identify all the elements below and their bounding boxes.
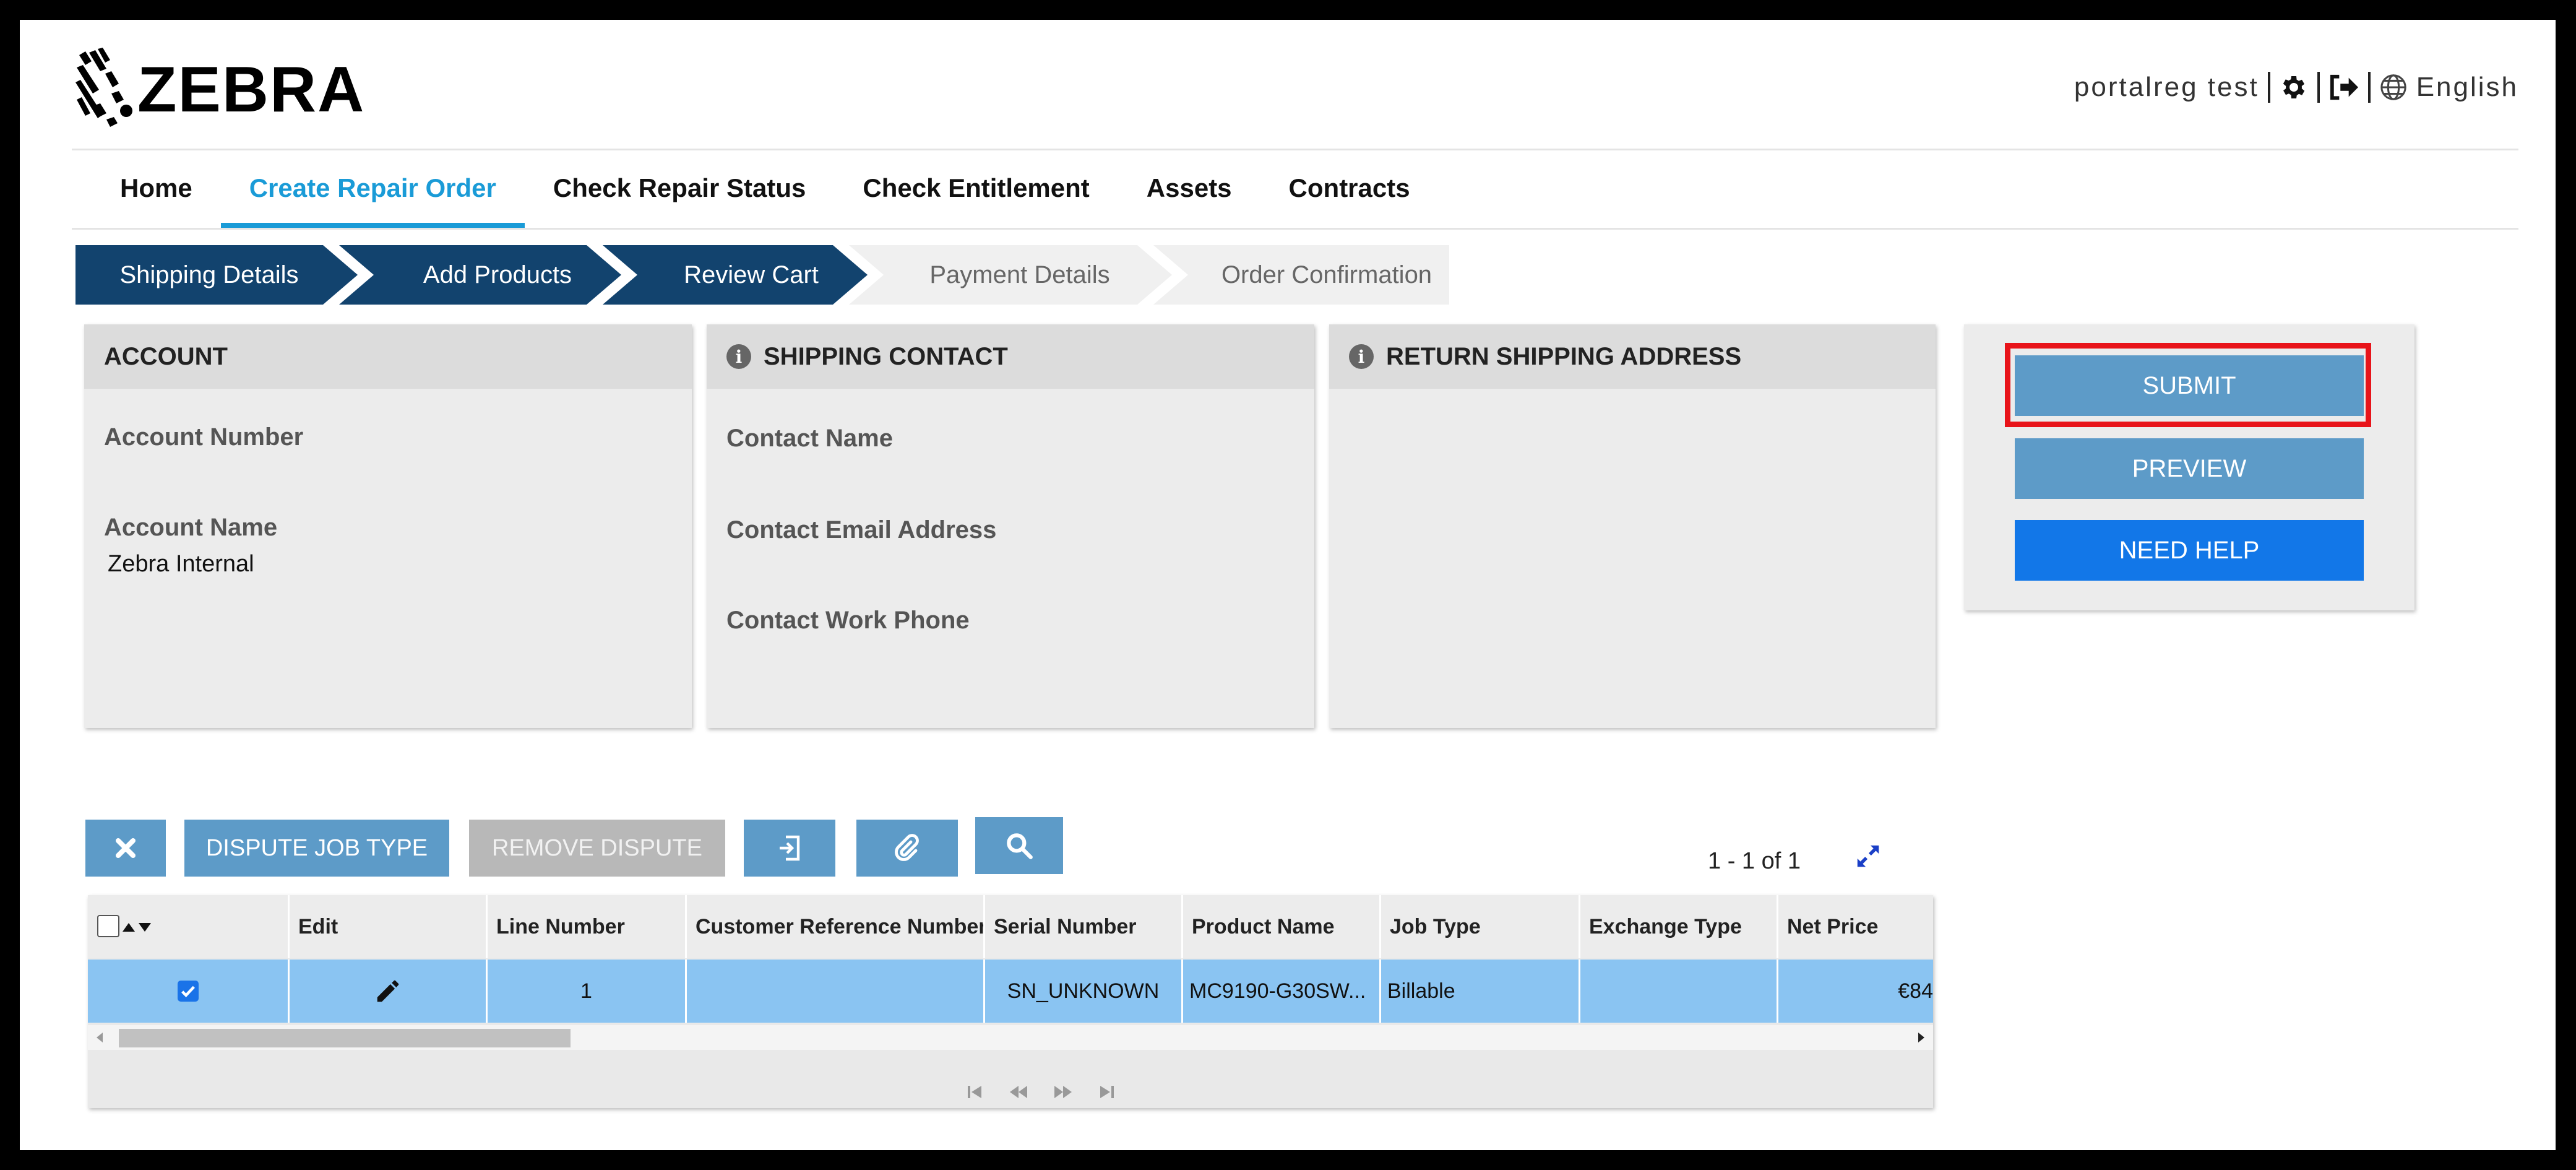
export-icon bbox=[780, 835, 800, 861]
panel-title: SHIPPING CONTACT bbox=[764, 342, 1008, 370]
step-label: Add Products bbox=[423, 261, 572, 288]
column-header[interactable]: Serial Number bbox=[985, 895, 1183, 958]
dispute-job-type-button[interactable]: DISPUTE JOB TYPE bbox=[184, 820, 449, 877]
account-panel: ACCOUNT Account Number Account Name Zebr… bbox=[84, 324, 692, 728]
row-select-cell[interactable] bbox=[88, 960, 290, 1023]
grid-header-row: Edit Line Number Customer Reference Numb… bbox=[88, 895, 1933, 958]
line-number-cell: 1 bbox=[488, 960, 687, 1023]
sign-out-icon[interactable] bbox=[2328, 73, 2359, 102]
panel-title: RETURN SHIPPING ADDRESS bbox=[1386, 342, 1742, 370]
pager-count: 1 - 1 of 1 bbox=[1708, 848, 1801, 874]
export-button[interactable] bbox=[744, 820, 835, 877]
account-name-value: Zebra Internal bbox=[108, 551, 254, 577]
user-name[interactable]: portalreg test bbox=[2074, 72, 2259, 103]
column-header[interactable]: Exchange Type bbox=[1580, 895, 1778, 958]
nav-divider bbox=[72, 149, 2518, 150]
column-header[interactable]: Product Name bbox=[1183, 895, 1381, 958]
language-selector[interactable]: English bbox=[2416, 72, 2518, 103]
globe-icon[interactable] bbox=[2379, 73, 2408, 102]
nav-item-check-repair-status[interactable]: Check Repair Status bbox=[525, 151, 834, 228]
previous-button[interactable]: PREVIEW bbox=[2015, 438, 2364, 499]
zebra-logo[interactable]: ZEBRA bbox=[74, 43, 365, 136]
first-page-icon[interactable] bbox=[967, 1085, 984, 1099]
nav-item-home[interactable]: Home bbox=[72, 151, 221, 228]
edit-cell[interactable] bbox=[290, 960, 488, 1023]
customer-reference-cell bbox=[687, 960, 985, 1023]
grid-pager bbox=[967, 1085, 1115, 1099]
column-header[interactable]: Job Type bbox=[1381, 895, 1580, 958]
nav-item-assets[interactable]: Assets bbox=[1118, 151, 1260, 228]
step-progress: Shipping Details Add Products Review Car… bbox=[75, 245, 1449, 305]
search-icon bbox=[1007, 833, 1033, 859]
delete-button[interactable] bbox=[85, 820, 166, 877]
nav-item-contracts[interactable]: Contracts bbox=[1260, 151, 1439, 228]
panel-header: i SHIPPING CONTACT bbox=[707, 324, 1314, 389]
column-header[interactable]: Edit bbox=[290, 895, 488, 958]
divider bbox=[2367, 72, 2371, 103]
divider bbox=[2267, 72, 2270, 103]
repair-lines-grid: Edit Line Number Customer Reference Numb… bbox=[88, 895, 1933, 1108]
account-number-label: Account Number bbox=[104, 423, 304, 451]
scrollbar-thumb[interactable] bbox=[119, 1029, 571, 1047]
nav-divider bbox=[72, 228, 2518, 230]
paperclip-icon bbox=[895, 834, 919, 861]
order-actions-panel: SUBMIT PREVIEW NEED HELP bbox=[1964, 324, 2414, 610]
shipping-contact-panel: i SHIPPING CONTACT Contact Name Contact … bbox=[707, 324, 1314, 728]
remove-dispute-button[interactable]: REMOVE DISPUTE bbox=[469, 820, 725, 877]
panel-title: ACCOUNT bbox=[84, 324, 692, 389]
search-button[interactable] bbox=[975, 817, 1063, 874]
step-label: Review Cart bbox=[684, 261, 819, 288]
table-row[interactable]: 1 SN_UNKNOWN MC9190-G30SW... Billable €8… bbox=[88, 960, 1933, 1023]
step-label: Shipping Details bbox=[119, 261, 298, 288]
step-label: Payment Details bbox=[929, 261, 1109, 288]
net-price-cell: €84 bbox=[1898, 979, 1933, 1003]
submit-button[interactable]: SUBMIT bbox=[2015, 355, 2364, 416]
next-page-icon[interactable] bbox=[1053, 1085, 1073, 1099]
contact-phone-label: Contact Work Phone bbox=[726, 607, 970, 634]
contact-name-label: Contact Name bbox=[726, 425, 893, 452]
last-page-icon[interactable] bbox=[1098, 1085, 1115, 1099]
zebra-head-icon bbox=[75, 48, 132, 127]
horizontal-scrollbar[interactable] bbox=[88, 1025, 1933, 1050]
previous-page-icon[interactable] bbox=[1009, 1085, 1028, 1099]
nav-item-check-entitlement[interactable]: Check Entitlement bbox=[834, 151, 1118, 228]
column-header[interactable]: Customer Reference Number bbox=[687, 895, 985, 958]
info-icon[interactable]: i bbox=[726, 344, 751, 369]
account-name-label: Account Name bbox=[104, 514, 278, 541]
serial-number-cell: SN_UNKNOWN bbox=[985, 960, 1183, 1023]
job-type-cell: Billable bbox=[1381, 960, 1580, 1023]
divider bbox=[2317, 72, 2320, 103]
user-area: portalreg test English bbox=[2074, 72, 2518, 103]
repair-portal-page: ZEBRA portalreg test English Home Create… bbox=[20, 20, 2556, 1150]
info-icon[interactable]: i bbox=[1349, 344, 1374, 369]
need-help-button[interactable]: NEED HELP bbox=[2015, 520, 2364, 581]
expand-icon[interactable] bbox=[1854, 842, 1882, 873]
pencil-icon[interactable] bbox=[374, 977, 402, 1005]
contact-email-label: Contact Email Address bbox=[726, 516, 997, 544]
gear-icon[interactable] bbox=[2279, 72, 2309, 102]
logo-wordmark: ZEBRA bbox=[137, 53, 366, 126]
nav-item-create-repair-order[interactable]: Create Repair Order bbox=[220, 151, 525, 228]
main-nav: Home Create Repair Order Check Repair St… bbox=[72, 151, 1439, 228]
close-icon bbox=[116, 838, 136, 858]
exchange-type-cell bbox=[1580, 960, 1778, 1023]
panel-header: i RETURN SHIPPING ADDRESS bbox=[1329, 324, 1936, 389]
return-shipping-address-panel: i RETURN SHIPPING ADDRESS bbox=[1329, 324, 1936, 728]
attach-button[interactable] bbox=[856, 820, 958, 877]
step-label: Order Confirmation bbox=[1221, 261, 1432, 288]
column-header[interactable]: Net Price bbox=[1778, 895, 1933, 958]
row-checkbox[interactable] bbox=[177, 981, 199, 1002]
scroll-left-arrow-icon[interactable] bbox=[94, 1031, 106, 1044]
scroll-right-arrow-icon[interactable] bbox=[1915, 1031, 1927, 1044]
select-sort-control[interactable] bbox=[97, 914, 161, 939]
column-header[interactable]: Line Number bbox=[488, 895, 687, 958]
product-name-cell: MC9190-G30SW... bbox=[1183, 960, 1381, 1023]
select-all-header[interactable] bbox=[88, 895, 290, 958]
